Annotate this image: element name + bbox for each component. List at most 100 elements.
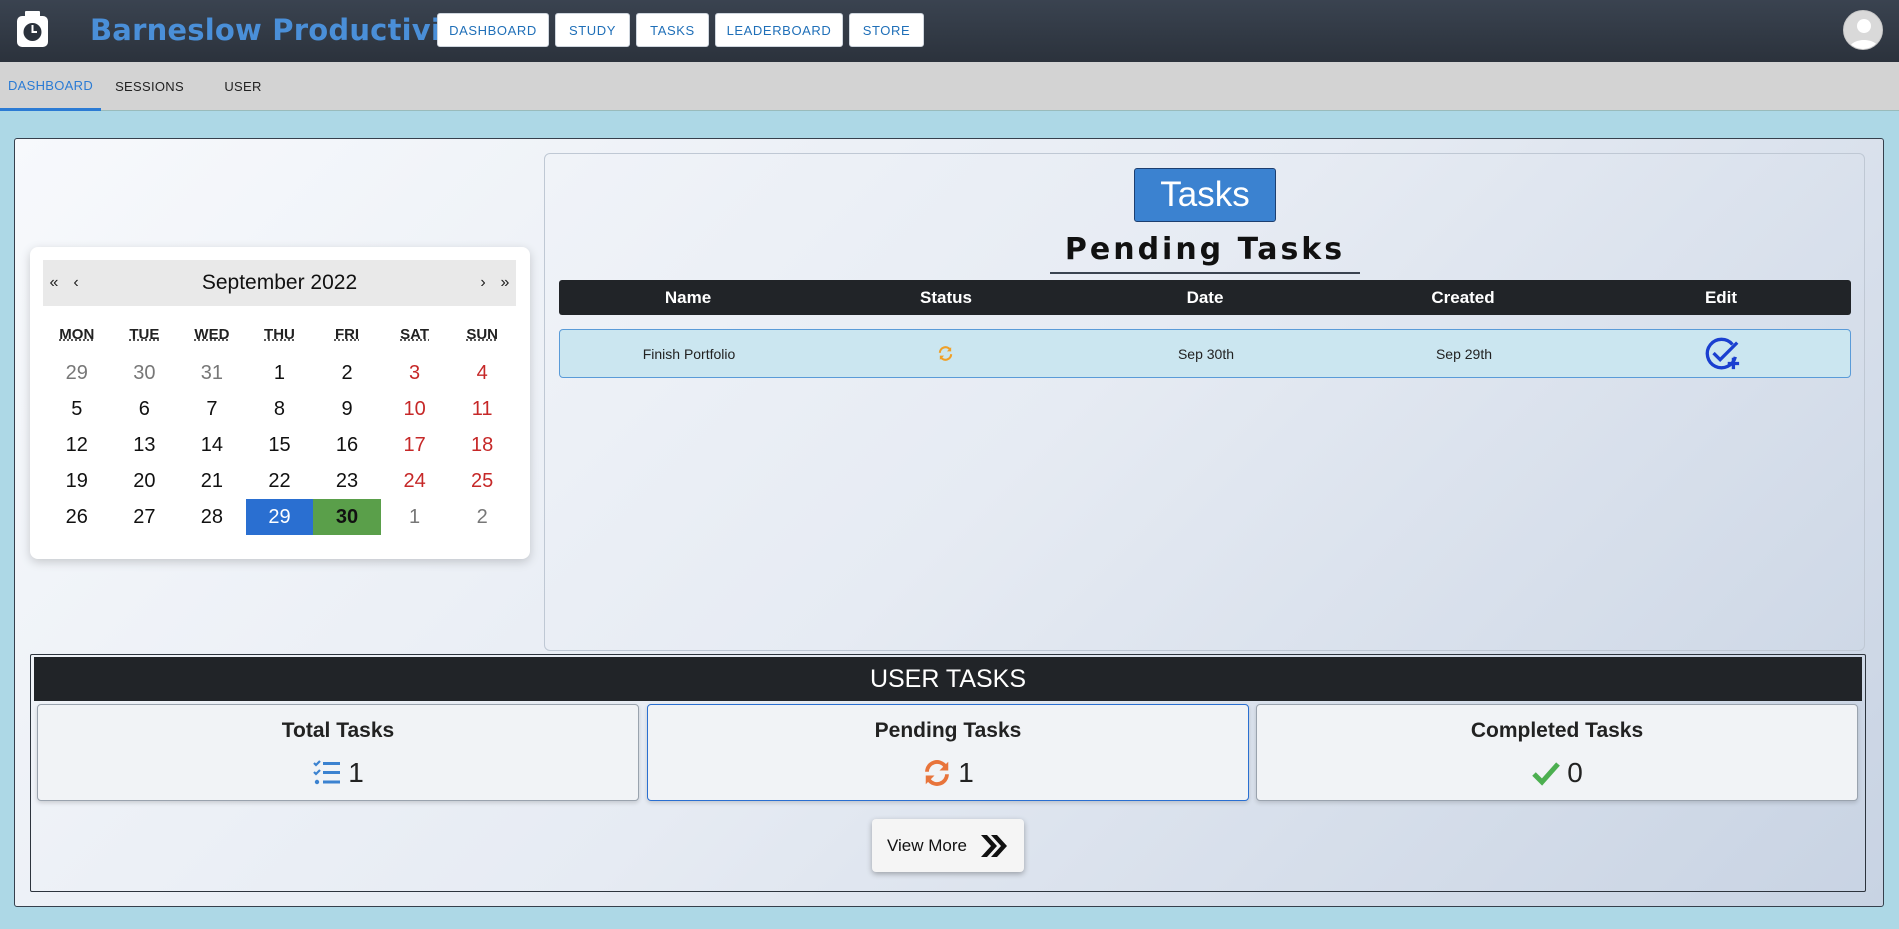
calendar-header: September 2022 « ‹ › » (43, 260, 516, 306)
column-header-created[interactable]: Created (1431, 280, 1494, 315)
weekday-label: FRI (334, 326, 360, 343)
next-year-button[interactable]: » (494, 260, 516, 306)
user-silhouette-icon (1849, 19, 1879, 49)
stat-title: Pending Tasks (874, 719, 1022, 742)
calendar-day[interactable]: 27 (111, 499, 179, 535)
user-avatar[interactable] (1843, 10, 1883, 50)
calendar-day[interactable]: 2 (448, 499, 516, 535)
calendar-week-row: 26 27 28 29 30 1 2 (43, 499, 516, 535)
tasks-table-header: Name Status Date Created Edit (559, 280, 1851, 315)
nav-tasks-button[interactable]: TASKS (636, 13, 709, 47)
weekday-label: SAT (400, 326, 430, 343)
column-header-status[interactable]: Status (920, 280, 972, 315)
table-row[interactable]: Finish Portfolio Sep 30th Sep 29th (559, 329, 1851, 378)
tab-user[interactable]: USER (198, 62, 288, 111)
calendar-day[interactable]: 15 (246, 427, 314, 463)
view-more-button[interactable]: View More (872, 819, 1024, 872)
stat-value: 1 (348, 757, 364, 788)
weekday-label: MON (59, 326, 95, 343)
prev-year-button[interactable]: « (43, 260, 65, 306)
calendar-day[interactable]: 2 (313, 355, 381, 391)
double-chevron-right-icon (981, 834, 1007, 857)
tab-dashboard[interactable]: DASHBOARD (0, 62, 101, 111)
list-check-icon (313, 760, 341, 785)
weekday-label: WED (194, 326, 230, 343)
stat-title: Total Tasks (281, 719, 395, 742)
top-navbar: Barneslow Productivity DASHBOARD STUDY T… (0, 0, 1899, 62)
calendar-day[interactable]: 1 (246, 355, 314, 391)
task-date-cell: Sep 30th (1177, 346, 1235, 362)
pending-tasks-card[interactable]: Pending Tasks 1 (647, 704, 1249, 801)
calendar-day[interactable]: 7 (178, 391, 246, 427)
calendar-week-row: 29 30 31 1 2 3 4 (43, 355, 516, 391)
column-header-name[interactable]: Name (665, 280, 711, 315)
calendar-day[interactable]: 6 (111, 391, 179, 427)
calendar-day[interactable]: 18 (448, 427, 516, 463)
checkmark-icon (1532, 762, 1561, 786)
calendar-day[interactable]: 16 (313, 427, 381, 463)
calendar-weekday-row: MON TUE WED THU FRI SAT SUN (43, 319, 516, 355)
nav-dashboard-button[interactable]: DASHBOARD (437, 13, 549, 47)
column-header-date[interactable]: Date (1187, 280, 1224, 315)
stat-title: Completed Tasks (1470, 719, 1644, 742)
stopwatch-logo-icon[interactable] (15, 10, 50, 48)
calendar-day[interactable]: 9 (313, 391, 381, 427)
weekday-label: TUE (129, 326, 160, 343)
weekday-label: THU (264, 326, 295, 343)
calendar-day[interactable]: 11 (448, 391, 516, 427)
next-month-button[interactable]: › (472, 260, 494, 306)
calendar-day[interactable]: 24 (381, 463, 449, 499)
calendar-day[interactable]: 4 (448, 355, 516, 391)
app-title[interactable]: Barneslow Productivity (90, 13, 474, 47)
calendar-day[interactable]: 14 (178, 427, 246, 463)
calendar-day[interactable]: 10 (381, 391, 449, 427)
view-more-label: View More (887, 835, 967, 855)
calendar-day[interactable]: 22 (246, 463, 314, 499)
calendar-day[interactable]: 12 (43, 427, 111, 463)
sync-icon (925, 760, 950, 786)
task-created-cell: Sep 29th (1435, 346, 1493, 362)
calendar-week-row: 19 20 21 22 23 24 25 (43, 463, 516, 499)
user-tasks-heading: USER TASKS (34, 657, 1862, 701)
calendar-day[interactable]: 20 (111, 463, 179, 499)
calendar-day[interactable]: 23 (313, 463, 381, 499)
nav-leaderboard-button[interactable]: LEADERBOARD (715, 13, 843, 47)
column-header-edit[interactable]: Edit (1705, 280, 1737, 315)
tasks-panel (544, 153, 1865, 651)
completed-tasks-card[interactable]: Completed Tasks 0 (1256, 704, 1858, 801)
calendar-day[interactable]: 21 (178, 463, 246, 499)
calendar-week-row: 12 13 14 15 16 17 18 (43, 427, 516, 463)
calendar-day[interactable]: 17 (381, 427, 449, 463)
sub-navbar: DASHBOARD SESSIONS USER (0, 62, 1899, 111)
nav-study-button[interactable]: STUDY (555, 13, 630, 47)
sync-icon (938, 346, 953, 361)
calendar-day[interactable]: 5 (43, 391, 111, 427)
calendar-day[interactable]: 30 (111, 355, 179, 391)
calendar-grid: MON TUE WED THU FRI SAT SUN 29 30 31 1 2… (43, 319, 516, 535)
stat-value: 1 (958, 757, 974, 788)
calendar-month-title[interactable]: September 2022 (43, 260, 516, 306)
calendar-day[interactable]: 19 (43, 463, 111, 499)
calendar-day[interactable]: 26 (43, 499, 111, 535)
calendar-day[interactable]: 28 (178, 499, 246, 535)
nav-store-button[interactable]: STORE (849, 13, 924, 47)
calendar-day[interactable]: 3 (381, 355, 449, 391)
prev-month-button[interactable]: ‹ (65, 260, 87, 306)
calendar-day[interactable]: 31 (178, 355, 246, 391)
total-tasks-card[interactable]: Total Tasks 1 (37, 704, 639, 801)
calendar-day-selected[interactable]: 30 (313, 499, 381, 535)
calendar-day[interactable]: 29 (43, 355, 111, 391)
heading-underline (1050, 272, 1360, 274)
calendar-day[interactable]: 1 (381, 499, 449, 535)
calendar-day[interactable]: 13 (111, 427, 179, 463)
calendar-week-row: 5 6 7 8 9 10 11 (43, 391, 516, 427)
stat-value: 0 (1567, 757, 1583, 788)
tasks-button[interactable]: Tasks (1134, 168, 1276, 222)
task-name-cell: Finish Portfolio (642, 346, 736, 362)
check-circle-plus-icon[interactable] (1704, 336, 1742, 372)
tab-sessions[interactable]: SESSIONS (101, 62, 198, 111)
calendar-day-today[interactable]: 29 (245, 499, 314, 535)
calendar-day[interactable]: 8 (246, 391, 314, 427)
weekday-label: SUN (466, 326, 498, 343)
calendar-day[interactable]: 25 (448, 463, 516, 499)
